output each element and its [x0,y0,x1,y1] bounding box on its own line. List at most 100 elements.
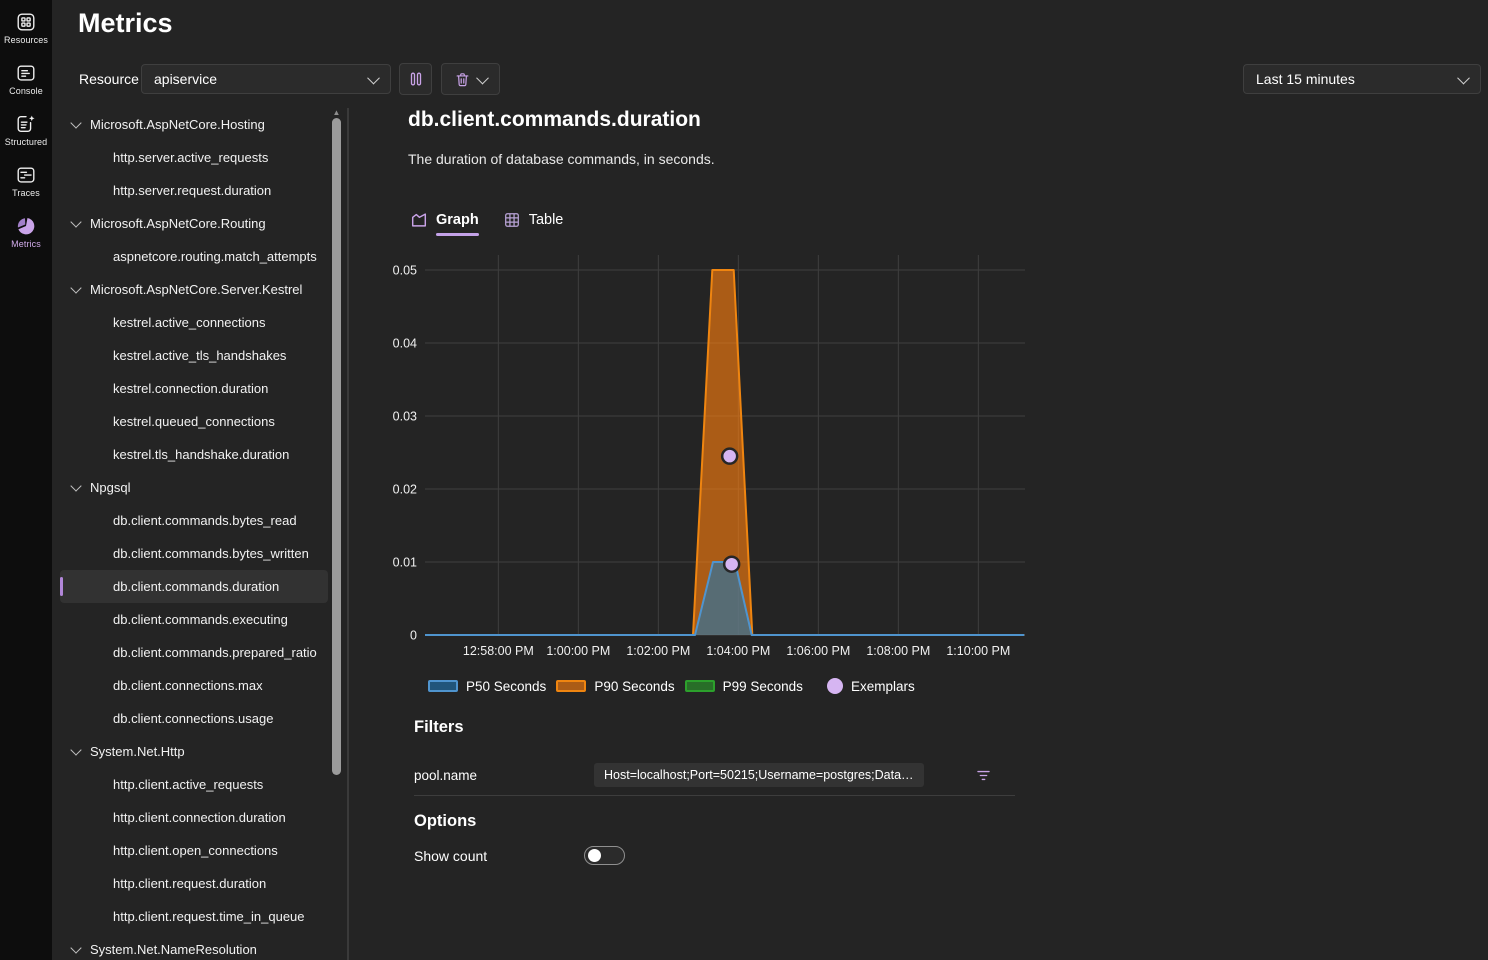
svg-text:0.04: 0.04 [393,337,417,351]
time-range-select[interactable]: Last 15 minutes [1243,64,1481,94]
tree-item[interactable]: http.server.request.duration [60,174,328,207]
resources-grid-icon [15,11,37,33]
resource-select[interactable]: apiservice [141,64,391,94]
chevron-down-icon [70,480,81,491]
tree-item[interactable]: kestrel.connection.duration [60,372,328,405]
view-tabs: Graph Table [410,211,563,238]
nav-rail: Resources Console Structured Traces Metrics [0,0,52,960]
tree-item[interactable]: aspnetcore.routing.match_attempts [60,240,328,273]
time-range-value: Last 15 minutes [1256,71,1459,87]
tree-item[interactable]: db.client.connections.usage [60,702,328,735]
tree-item[interactable]: db.client.commands.bytes_read [60,504,328,537]
tree-group-header[interactable]: System.Net.NameResolution [60,933,328,960]
legend-item[interactable]: P90 Seconds [556,679,674,694]
legend-label: P90 Seconds [594,679,674,694]
resource-select-value: apiservice [154,71,369,87]
svg-text:1:08:00 PM: 1:08:00 PM [866,644,930,658]
tree-item[interactable]: db.client.commands.prepared_ratio [60,636,328,669]
tree-group-label: Microsoft.AspNetCore.Routing [90,216,266,231]
tree-item[interactable]: http.server.active_requests [60,141,328,174]
svg-text:1:06:00 PM: 1:06:00 PM [786,644,850,658]
sidebar-scrollbar[interactable]: ▲ [331,108,342,960]
legend-item[interactable]: P50 Seconds [428,679,546,694]
legend-swatch [556,680,586,692]
console-icon [15,62,37,84]
traces-icon [15,164,37,186]
nav-rail-label: Console [9,86,43,96]
nav-rail-label: Traces [12,188,40,198]
metric-title: db.client.commands.duration [408,108,701,132]
sidebar-divider [347,108,349,960]
nav-rail-item-structured[interactable]: Structured [0,108,52,152]
chevron-down-icon [367,71,380,84]
legend-item[interactable]: P99 Seconds [685,679,803,694]
chevron-down-icon [476,71,489,84]
tree-item[interactable]: db.client.commands.bytes_written [60,537,328,570]
tree-item[interactable]: db.client.connections.max [60,669,328,702]
scrollbar-thumb[interactable] [332,118,341,775]
show-count-toggle[interactable] [584,846,625,865]
svg-text:0.03: 0.03 [393,410,417,424]
filters-heading: Filters [414,718,464,737]
options-heading: Options [414,812,476,831]
tree-item[interactable]: http.client.active_requests [60,768,328,801]
remove-metrics-button[interactable] [441,63,500,95]
tree-item[interactable]: kestrel.queued_connections [60,405,328,438]
tree-item[interactable]: db.client.commands.duration [60,570,328,603]
chevron-down-icon [70,942,81,953]
filters-divider [414,795,1015,796]
tree-group-label: Microsoft.AspNetCore.Hosting [90,117,265,132]
chevron-down-icon [1457,71,1470,84]
metric-chart[interactable]: 00.010.020.030.040.0512:58:00 PM1:00:00 … [390,252,1035,672]
tree-item[interactable]: http.client.request.duration [60,867,328,900]
filter-row: pool.nameHost=localhost;Port=50215;Usern… [414,760,1015,790]
nav-rail-label: Resources [4,35,48,45]
exemplar-dot-icon [827,678,843,694]
nav-rail-item-resources[interactable]: Resources [0,6,52,50]
tab-label: Table [529,212,564,228]
metrics-pie-icon [15,215,37,237]
table-tab-icon [503,211,521,229]
tab-table[interactable]: Table [503,211,564,238]
svg-text:0.02: 0.02 [393,483,417,497]
aspire-dashboard: ResourcesConsoleStructuredTracesMetrics … [0,0,1488,960]
graph-tab-icon [410,211,428,229]
tree-item[interactable]: db.client.commands.executing [60,603,328,636]
svg-text:0.01: 0.01 [393,556,417,570]
nav-rail-item-traces[interactable]: Traces [0,159,52,203]
nav-rail-item-metrics[interactable]: Metrics [0,210,52,254]
filter-value-chip[interactable]: Host=localhost;Port=50215;Username=postg… [594,763,924,787]
nav-rail-label: Metrics [11,239,41,249]
tree-group-label: System.Net.Http [90,744,185,759]
legend-item-exemplars[interactable]: Exemplars [813,678,915,694]
tree-item[interactable]: http.client.open_connections [60,834,328,867]
scroll-up-icon[interactable]: ▲ [331,108,342,118]
tree-group-label: Microsoft.AspNetCore.Server.Kestrel [90,282,302,297]
svg-text:0.05: 0.05 [393,264,417,278]
tree-group-label: System.Net.NameResolution [90,942,257,957]
metric-description: The duration of database commands, in se… [408,151,715,167]
tree-item[interactable]: http.client.request.time_in_queue [60,900,328,933]
tree-item[interactable]: kestrel.active_tls_handshakes [60,339,328,372]
tree-group-header[interactable]: Microsoft.AspNetCore.Routing [60,207,328,240]
tab-graph[interactable]: Graph [410,211,479,238]
tab-label: Graph [436,212,479,228]
legend-label: P99 Seconds [723,679,803,694]
tree-item[interactable]: kestrel.tls_handshake.duration [60,438,328,471]
pause-button[interactable] [399,63,432,95]
tree-group-header[interactable]: Microsoft.AspNetCore.Server.Kestrel [60,273,328,306]
pause-icon [406,69,426,89]
tree-item[interactable]: http.client.connection.duration [60,801,328,834]
tree-group-header[interactable]: Npgsql [60,471,328,504]
filter-icon[interactable] [974,766,993,785]
tree-group-header[interactable]: Microsoft.AspNetCore.Hosting [60,108,328,141]
nav-rail-label: Structured [5,137,48,147]
filter-name: pool.name [414,768,594,783]
tree-group-label: Npgsql [90,480,130,495]
chart-legend: P50 Seconds P90 Seconds P99 Seconds Exempla… [428,678,915,694]
svg-text:1:00:00 PM: 1:00:00 PM [546,644,610,658]
metrics-tree: Microsoft.AspNetCore.Hosting http.server.… [60,108,328,960]
nav-rail-item-console[interactable]: Console [0,57,52,101]
tree-item[interactable]: kestrel.active_connections [60,306,328,339]
tree-group-header[interactable]: System.Net.Http [60,735,328,768]
